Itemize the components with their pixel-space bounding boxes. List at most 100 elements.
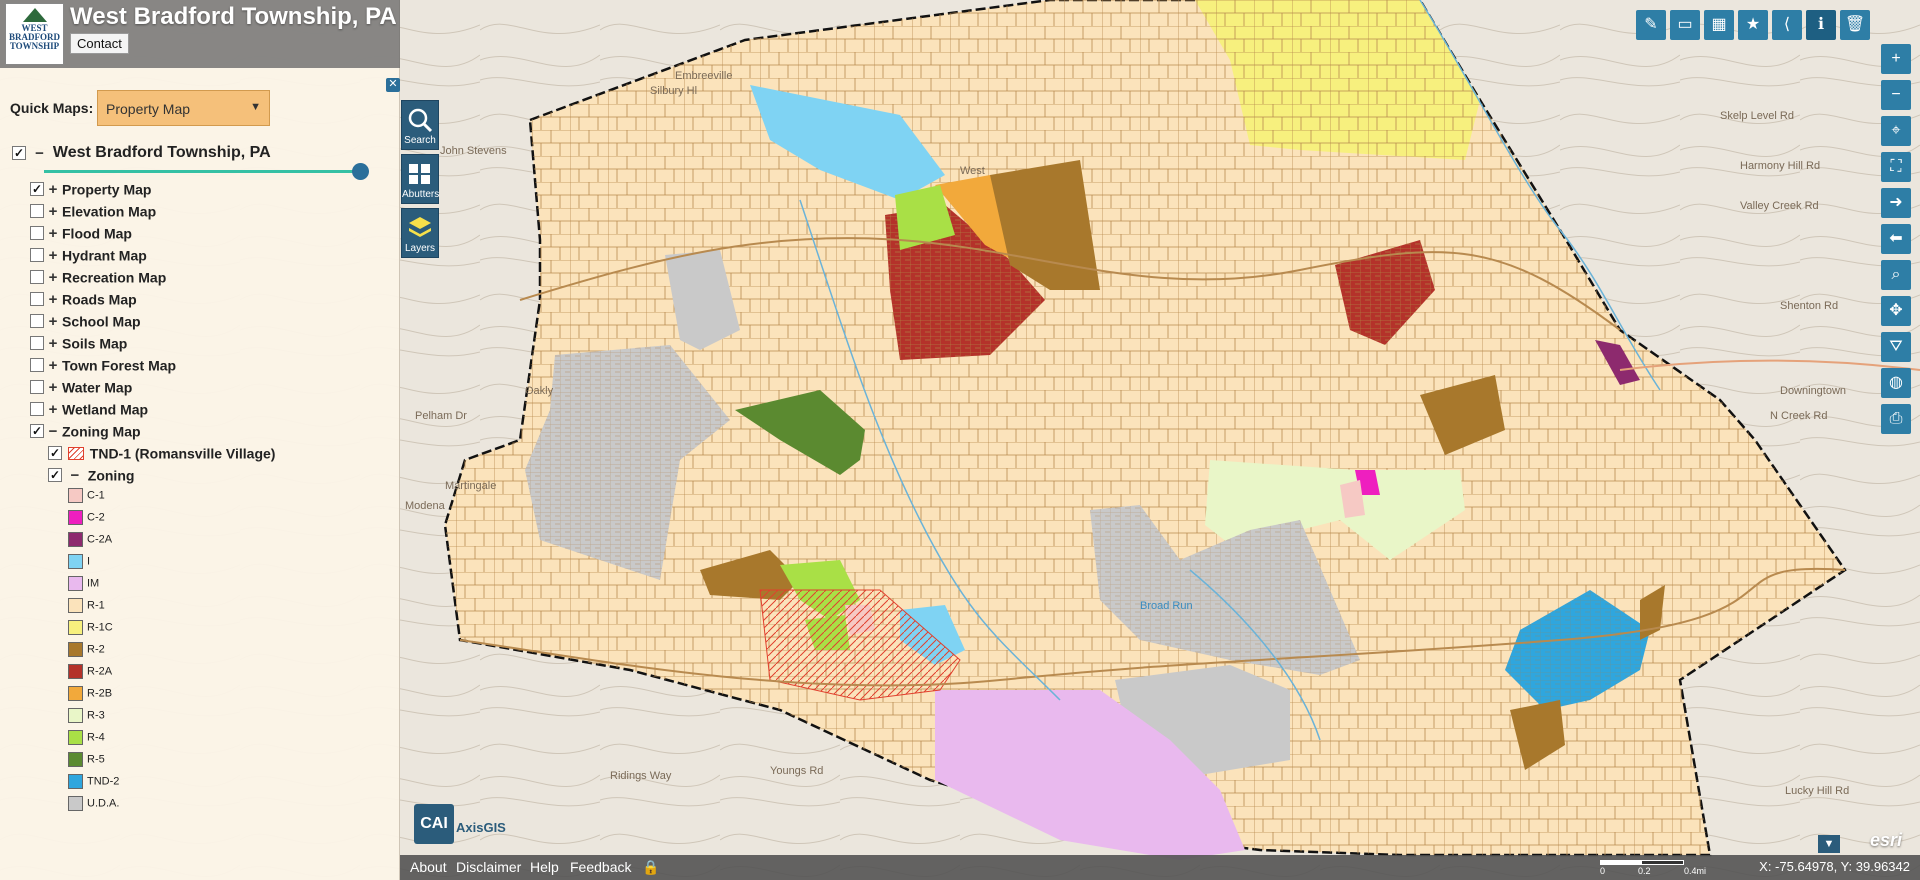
arrow-left-icon[interactable]: ⬅	[1881, 224, 1911, 254]
lock-icon[interactable]: 🔒	[642, 859, 659, 876]
layer-school-map[interactable]: + School Map	[30, 312, 141, 330]
layer-hydrant-map[interactable]: + Hydrant Map	[30, 246, 147, 264]
magnifier-icon[interactable]: ⌕	[1881, 260, 1911, 290]
about-link[interactable]: About	[410, 859, 447, 875]
crosshair-icon[interactable]: ⌖	[1881, 116, 1911, 146]
legend-swatch	[68, 664, 83, 679]
feedback-link[interactable]: Feedback	[570, 859, 631, 875]
sublayer-tnd1-label: TND-1 (Romansville Village)	[89, 445, 276, 462]
coordinate-readout: X: -75.64978, Y: 39.96342	[1759, 859, 1910, 874]
legend-item: R-2A	[68, 664, 112, 679]
info-icon[interactable]: ℹ	[1806, 10, 1836, 40]
layer-flood-map[interactable]: + Flood Map	[30, 224, 132, 242]
share-icon[interactable]: ⟨	[1772, 10, 1802, 40]
scale-label: 0.2	[1638, 866, 1651, 876]
layer-root[interactable]: ✓ − West Bradford Township, PA	[12, 144, 271, 162]
layers-tool-button[interactable]: Layers	[401, 208, 439, 258]
map-label: Lucky Hill Rd	[1785, 785, 1850, 797]
opacity-slider[interactable]	[44, 170, 362, 173]
quick-maps-value: Property Map	[106, 101, 191, 117]
ruler-icon[interactable]: ▭	[1670, 10, 1700, 40]
road-icon[interactable]: ⛛	[1881, 332, 1911, 362]
abutters-tool-button[interactable]: Abutters	[401, 154, 439, 204]
layer-checkbox[interactable]: ✓	[30, 424, 44, 439]
layer-soils-map[interactable]: + Soils Map	[30, 334, 127, 352]
layer-elevation-map[interactable]: + Elevation Map	[30, 202, 156, 220]
layer-checkbox[interactable]	[30, 270, 44, 285]
quick-maps-label: Quick Maps:	[10, 100, 94, 116]
legend-label: C-1	[87, 489, 105, 502]
quick-maps-select[interactable]: Property Map ▼	[97, 90, 270, 126]
expand-icon[interactable]: +	[47, 379, 59, 396]
layer-wetland-map[interactable]: + Wetland Map	[30, 400, 148, 418]
app-header: WEST BRADFORD TOWNSHIP West Bradford Tow…	[0, 0, 400, 68]
layer-checkbox[interactable]	[30, 292, 44, 307]
expand-icon[interactable]: ⛶	[1881, 152, 1911, 182]
layer-checkbox[interactable]	[30, 402, 44, 417]
pan-icon[interactable]: ✥	[1881, 296, 1911, 326]
chevron-down-icon[interactable]: ▼	[1818, 835, 1840, 853]
expand-icon[interactable]: +	[47, 401, 59, 418]
expand-icon[interactable]: +	[47, 181, 59, 198]
layer-checkbox[interactable]	[30, 226, 44, 241]
layer-root-checkbox[interactable]: ✓	[12, 146, 26, 160]
layer-property-map[interactable]: ✓ + Property Map	[30, 180, 151, 198]
expand-icon[interactable]: +	[47, 247, 59, 264]
pencil-icon[interactable]: ✎	[1636, 10, 1666, 40]
expand-icon[interactable]: +	[47, 269, 59, 286]
close-panel-icon[interactable]: ✕	[386, 78, 400, 92]
layer-label: Zoning Map	[62, 423, 141, 440]
star-icon[interactable]: ★	[1738, 10, 1768, 40]
map-label: Shenton Rd	[1780, 300, 1839, 312]
arrow-right-icon[interactable]: ➜	[1881, 188, 1911, 218]
scale-bar: 0 0.2 0.4mi	[1600, 858, 1706, 878]
trash-icon[interactable]: 🗑	[1840, 10, 1870, 40]
layer-water-map[interactable]: + Water Map	[30, 378, 132, 396]
disclaimer-link[interactable]: Disclaimer	[456, 859, 521, 875]
search-tool-button[interactable]: Search	[401, 100, 439, 150]
layer-town-forest-map[interactable]: + Town Forest Map	[30, 356, 176, 374]
legend-label: C-2A	[87, 533, 113, 546]
expand-icon[interactable]: +	[47, 203, 59, 220]
sublayer-tnd1-checkbox[interactable]: ✓	[48, 446, 62, 461]
minus-icon[interactable]: −	[1881, 80, 1911, 110]
expand-icon[interactable]: +	[47, 225, 59, 242]
scale-label: 0	[1600, 866, 1606, 876]
layer-checkbox[interactable]	[30, 248, 44, 263]
legend-swatch	[68, 752, 83, 767]
contact-button[interactable]: Contact	[70, 33, 129, 54]
layer-roads-map[interactable]: + Roads Map	[30, 290, 137, 308]
grid-icon[interactable]: ▦	[1704, 10, 1734, 40]
printer-icon[interactable]: ⎙	[1881, 404, 1911, 434]
legend-label: C-2	[87, 511, 105, 524]
layer-checkbox[interactable]	[30, 336, 44, 351]
expand-icon[interactable]: +	[47, 313, 59, 330]
globe-icon[interactable]: ◍	[1881, 368, 1911, 398]
sublayer-zoning-checkbox[interactable]: ✓	[48, 468, 62, 483]
layer-label: Town Forest Map	[62, 357, 177, 374]
layer-recreation-map[interactable]: + Recreation Map	[30, 268, 166, 286]
app-title: West Bradford Township, PA	[70, 3, 397, 30]
layer-checkbox[interactable]: ✓	[30, 182, 44, 197]
layer-checkbox[interactable]	[30, 380, 44, 395]
layer-label: Flood Map	[62, 225, 132, 242]
plus-icon[interactable]: +	[1881, 44, 1911, 74]
help-link[interactable]: Help	[530, 859, 559, 875]
township-logo[interactable]: WEST BRADFORD TOWNSHIP	[5, 3, 64, 65]
layer-checkbox[interactable]	[30, 314, 44, 329]
expand-icon[interactable]: +	[47, 357, 59, 374]
layer-checkbox[interactable]	[30, 358, 44, 373]
collapse-icon[interactable]: −	[33, 145, 45, 162]
vendor-logo[interactable]: CAI	[414, 804, 454, 844]
sublayer-zoning[interactable]: ✓ − Zoning	[48, 466, 134, 484]
opacity-slider-handle[interactable]	[352, 163, 369, 180]
expand-icon[interactable]: +	[47, 291, 59, 308]
layer-checkbox[interactable]	[30, 204, 44, 219]
expand-icon[interactable]: +	[47, 335, 59, 352]
map-label: Martingale	[445, 480, 497, 492]
layer-zoning-map[interactable]: ✓ − Zoning Map	[30, 422, 141, 440]
vendor-name: AxisGIS	[456, 820, 506, 835]
collapse-icon[interactable]: −	[69, 467, 81, 484]
sublayer-tnd1[interactable]: ✓ TND-1 (Romansville Village)	[48, 444, 275, 461]
collapse-icon[interactable]: −	[47, 423, 59, 440]
